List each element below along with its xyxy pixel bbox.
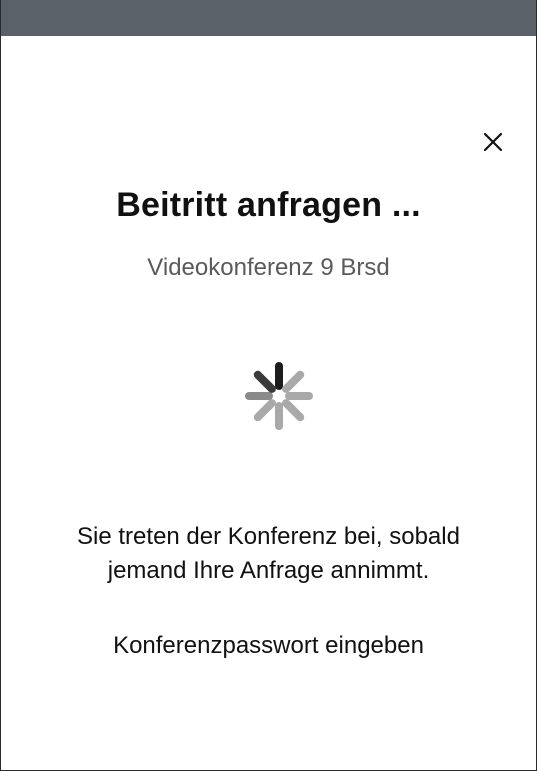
message-line-2: jemand Ihre Anfrage annimmt. xyxy=(107,557,430,584)
join-request-dialog: Beitritt anfragen ... Videokonferenz 9 B… xyxy=(0,0,537,771)
loading-spinner-icon xyxy=(245,362,313,430)
conference-name: Videokonferenz 9 Brsd xyxy=(147,254,390,281)
message-line-1: Sie treten der Konferenz bei, sobald xyxy=(77,523,460,550)
close-icon xyxy=(483,132,503,152)
close-button[interactable] xyxy=(475,124,511,160)
join-info-message: Sie treten der Konferenz bei, sobald jem… xyxy=(1,520,536,588)
dialog-title: Beitritt anfragen ... xyxy=(116,186,421,224)
top-bar xyxy=(1,0,536,36)
enter-password-link[interactable]: Konferenzpasswort eingeben xyxy=(1,632,536,660)
